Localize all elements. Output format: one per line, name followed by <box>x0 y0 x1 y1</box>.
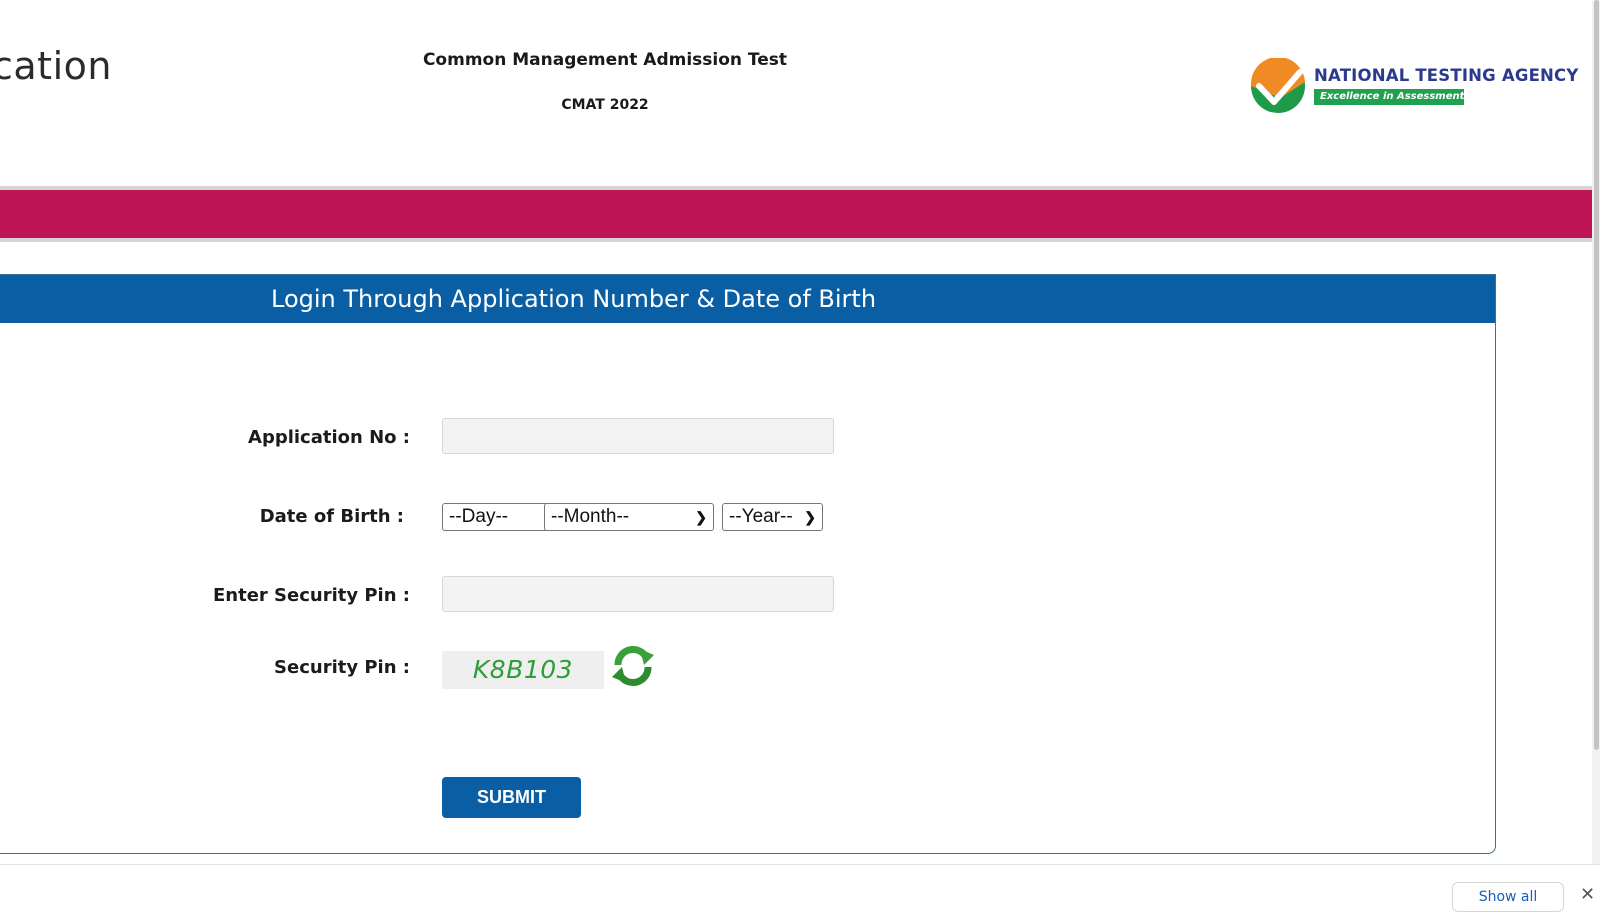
date-of-birth-label: Date of Birth : <box>259 506 404 527</box>
security-pin-label: Security Pin : <box>274 657 410 678</box>
logo-name: NATIONAL TESTING AGENCY <box>1314 66 1579 85</box>
logo-tagline: Excellence in Assessment <box>1314 89 1464 105</box>
login-panel: Login Through Application Number & Date … <box>0 274 1496 854</box>
scrollbar-thumb[interactable] <box>1594 0 1599 750</box>
chevron-down-icon: ❯ <box>804 509 816 525</box>
dob-year-select[interactable]: --Year-- ❯ <box>722 503 823 531</box>
enter-security-pin-label: Enter Security Pin : <box>212 585 410 606</box>
captcha-image: K8B103 <box>442 651 604 689</box>
security-pin-input[interactable] <box>442 576 834 612</box>
application-no-label: Application No : <box>248 427 410 448</box>
show-all-button[interactable]: Show all <box>1452 882 1564 912</box>
dob-month-select[interactable]: --Month-- ❯ <box>544 503 714 531</box>
dob-month-value: --Month-- <box>551 506 630 527</box>
application-no-input[interactable] <box>442 418 834 454</box>
close-icon[interactable]: ✕ <box>1580 884 1595 905</box>
dob-year-value: --Year-- <box>729 506 793 527</box>
exam-name: Common Management Admission Test <box>422 50 788 70</box>
dob-day-value: --Day-- <box>449 506 509 527</box>
login-panel-title: Login Through Application Number & Date … <box>271 285 877 313</box>
header-banner <box>0 186 1592 242</box>
login-panel-header: Login Through Application Number & Date … <box>0 275 1495 323</box>
refresh-icon[interactable] <box>610 643 656 689</box>
chevron-down-icon: ❯ <box>695 509 707 525</box>
submit-button[interactable]: SUBMIT <box>442 777 581 818</box>
download-bar <box>0 864 1600 901</box>
page-title: cation <box>0 44 112 88</box>
nta-logo: NATIONAL TESTING AGENCY Excellence in As… <box>1250 56 1580 116</box>
exam-code: CMAT 2022 <box>561 97 649 113</box>
check-circle-logo-icon <box>1250 58 1305 113</box>
